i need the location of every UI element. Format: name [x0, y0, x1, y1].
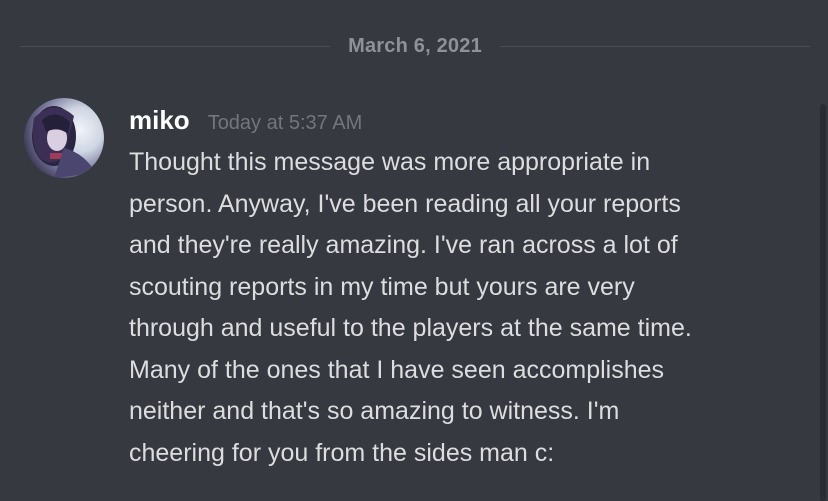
divider-line-right: [499, 45, 811, 47]
message-content: miko Today at 5:37 AM Thought this messa…: [129, 98, 810, 474]
message-header: miko Today at 5:37 AM: [129, 98, 810, 142]
avatar-image: [32, 106, 96, 178]
avatar[interactable]: [24, 98, 104, 178]
date-divider: March 6, 2021: [20, 34, 811, 58]
message-text: Thought this message was more appropriat…: [129, 148, 692, 467]
divider-line-left: [20, 45, 331, 47]
message-timestamp: Today at 5:37 AM: [207, 112, 363, 134]
scrollbar[interactable]: [820, 104, 826, 501]
username[interactable]: miko: [129, 98, 190, 142]
chat-view: March 6, 2021 miko Today at 5:37 AM Thou…: [0, 0, 828, 501]
divider-date-label: March 6, 2021: [348, 34, 482, 57]
